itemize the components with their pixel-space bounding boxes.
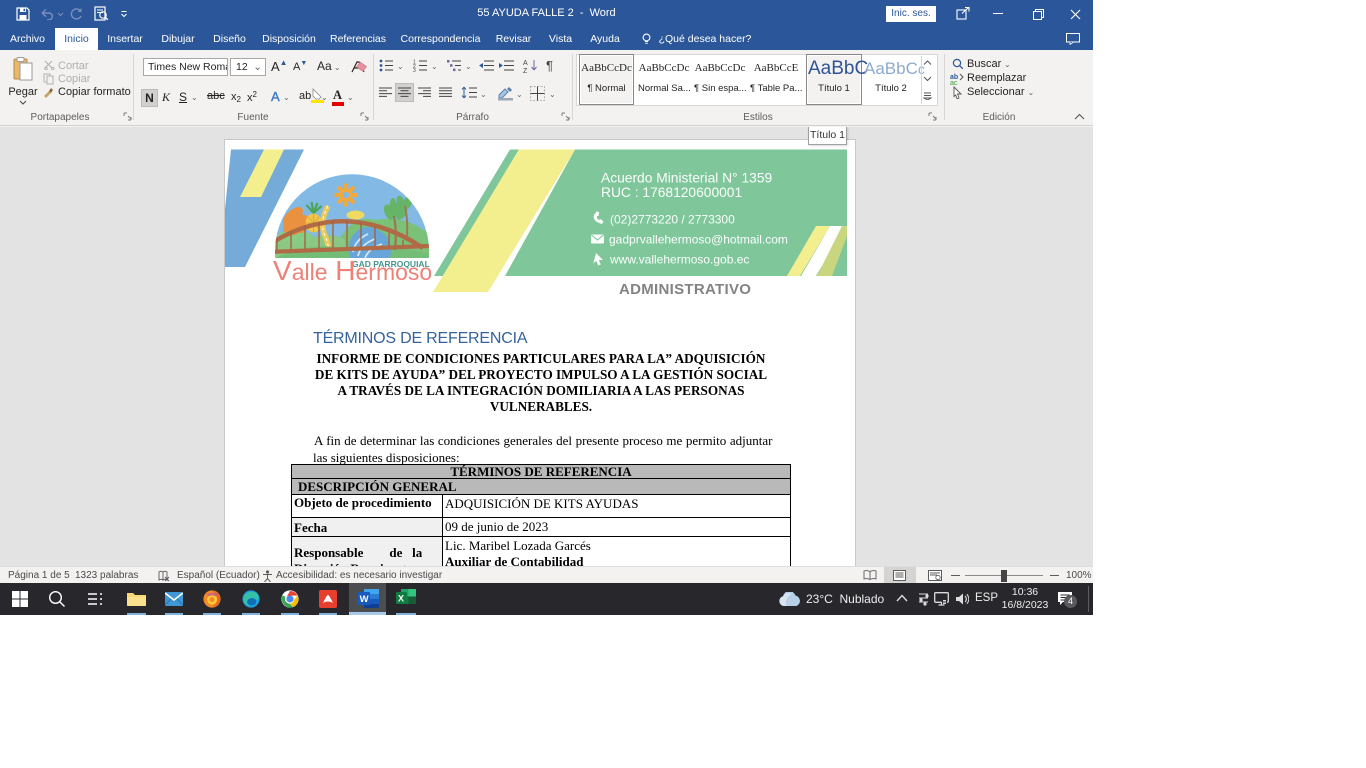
svg-text:www.vallehermoso.gob.ec: www.vallehermoso.gob.ec <box>609 253 749 267</box>
svg-text:Acuerdo Ministerial N° 1359: Acuerdo Ministerial N° 1359 <box>601 171 772 186</box>
svg-text:W: W <box>360 594 369 605</box>
svg-text:gadprvallehermoso@hotmail.com: gadprvallehermoso@hotmail.com <box>609 233 788 247</box>
svg-text:Valle Hermoso: Valle Hermoso <box>273 255 432 286</box>
svg-text:RUC : 1768120600001: RUC : 1768120600001 <box>601 185 742 200</box>
svg-text:ac: ac <box>950 80 958 85</box>
svg-text:X: X <box>398 594 404 604</box>
svg-text:(02)2773220 / 2773300: (02)2773220 / 2773300 <box>610 213 735 227</box>
svg-text:Z: Z <box>523 68 528 73</box>
svg-text:A: A <box>523 60 528 67</box>
svg-text:3: 3 <box>413 68 416 72</box>
